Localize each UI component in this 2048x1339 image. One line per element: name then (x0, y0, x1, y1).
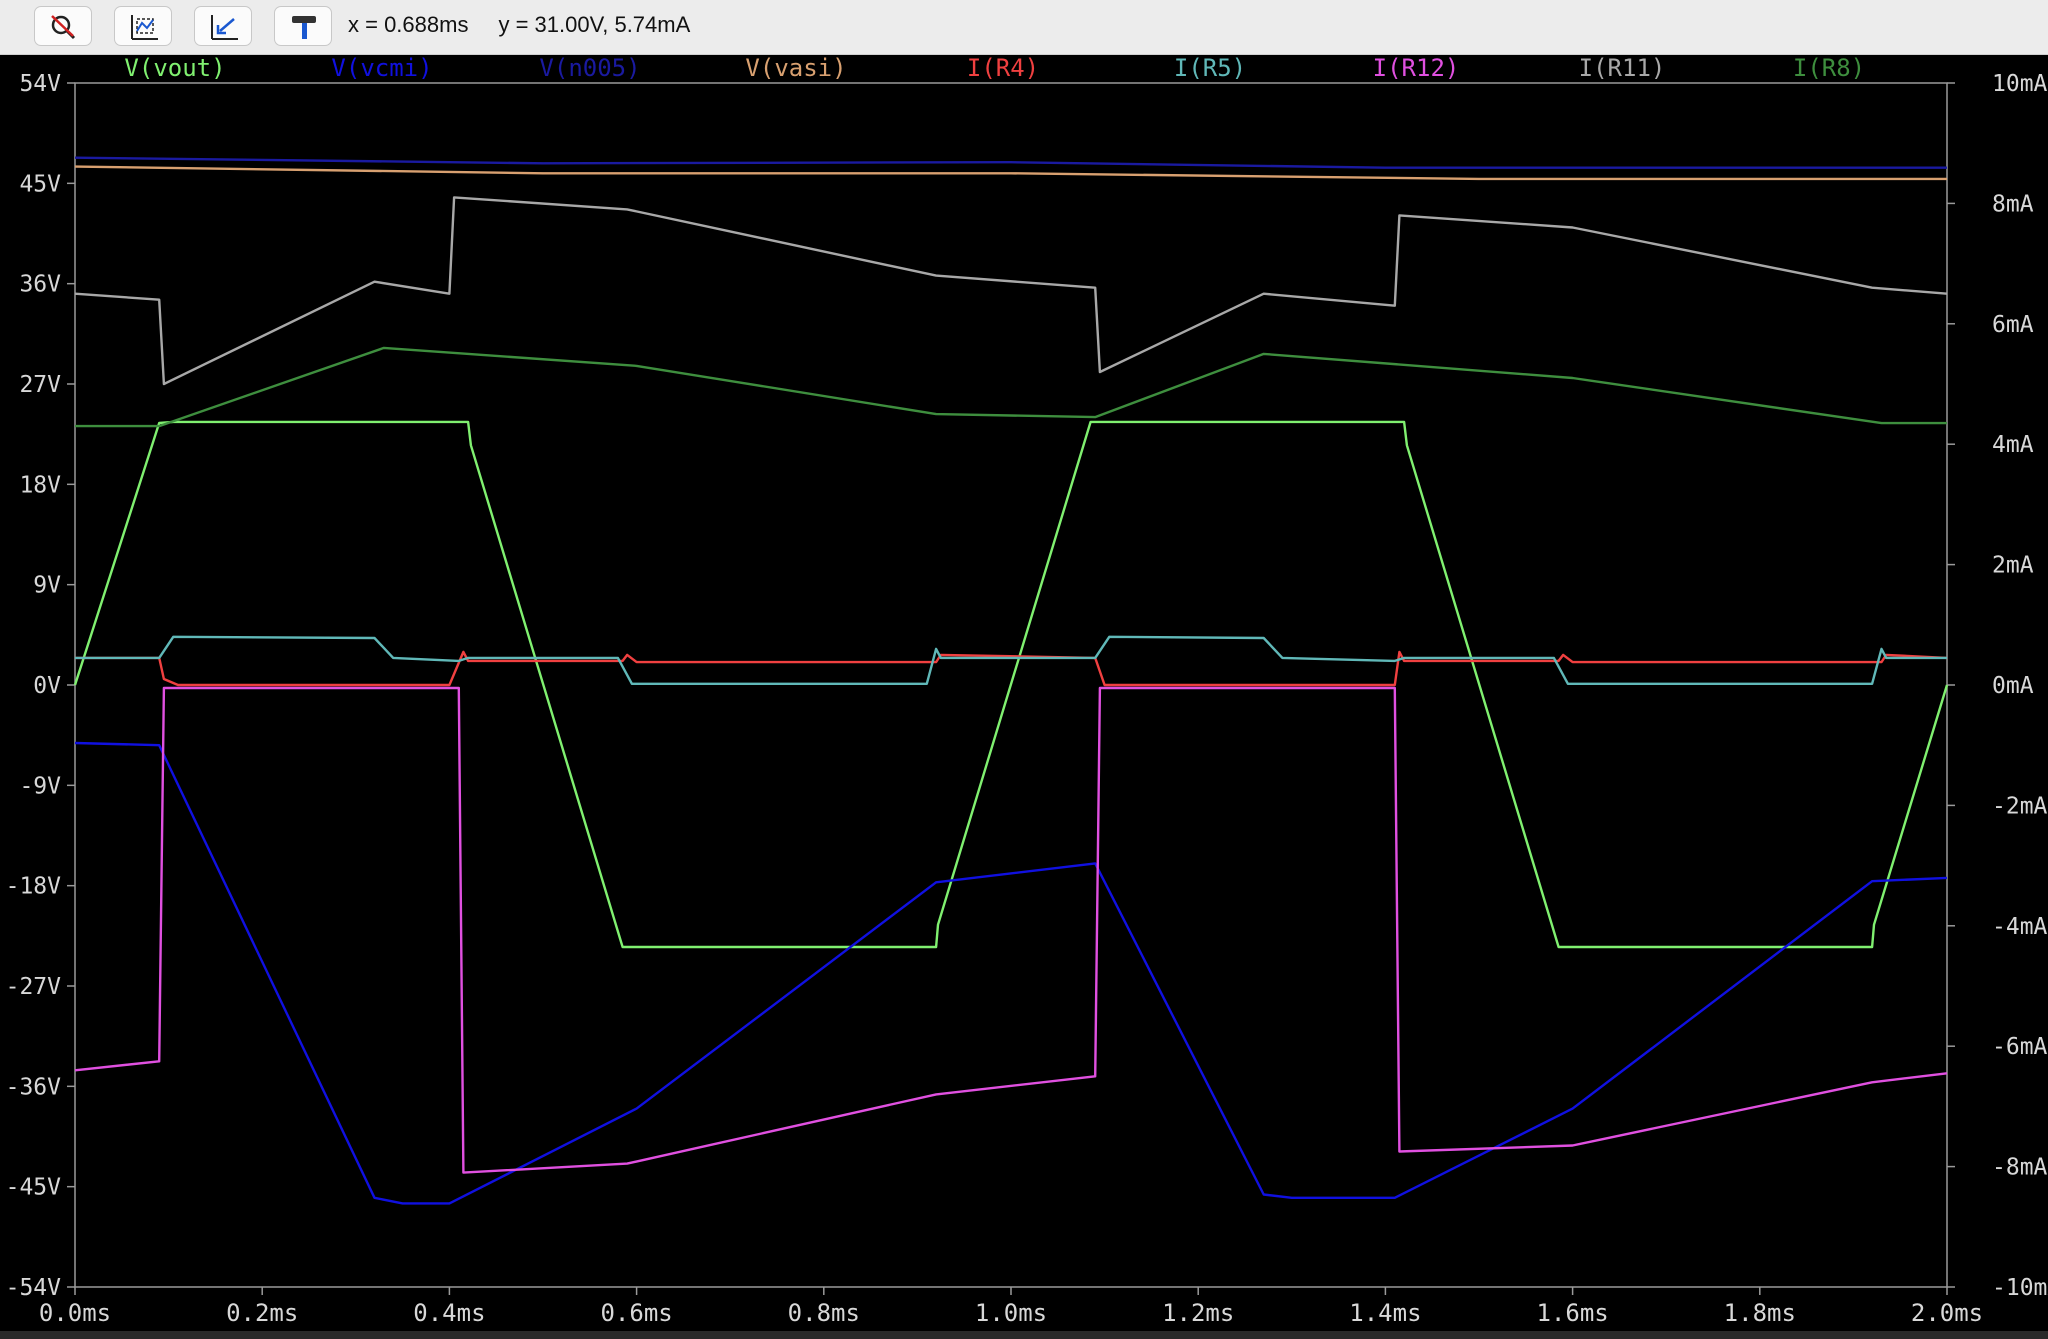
series-line-i-r5- (75, 635, 1947, 685)
legend-item: V(vcmi) (331, 55, 432, 82)
y-left-tick-label: 45V (19, 171, 61, 197)
x-tick-label: 2.0ms (1911, 1299, 1983, 1327)
autorange-icon (131, 15, 158, 40)
cursor-readout: x = 0.688ms y = 31.00V, 5.74mA (348, 12, 720, 38)
y-left-tick-label: -27V (6, 974, 62, 1000)
y-right-tick-label: -4mA (1992, 914, 2048, 940)
x-tick-label: 0.2ms (226, 1299, 298, 1327)
x-tick-label: 0.6ms (600, 1299, 672, 1327)
y-left-tick-label: 36V (19, 272, 61, 298)
zoom-back-icon (211, 15, 238, 40)
y-left-tick-label: 27V (19, 372, 61, 398)
y-right-tick-label: 10mA (1992, 71, 2048, 97)
y-left-tick-label: -9V (19, 773, 61, 799)
x-tick-label: 1.0ms (975, 1299, 1047, 1327)
plot-pane[interactable]: 0.0ms 0.2ms 0.4ms 0.6ms 0.8ms 1.0ms 1.2ms 1.4ms… (0, 54, 2048, 1335)
y-right-tick-label: 8mA (1992, 191, 2034, 217)
cursor-y-readout: y = 31.00V, 5.74mA (498, 12, 691, 37)
legend-item: I(R8) (1793, 55, 1865, 82)
legend-item: V(n005) (539, 55, 640, 82)
y-left-tick-label: 9V (33, 573, 61, 599)
legend-item: I(R5) (1174, 55, 1246, 82)
y-right-tick-label: 6mA (1992, 312, 2034, 338)
x-tick-label: 0.4ms (413, 1299, 485, 1327)
y-right-tick-label: 4mA (1992, 432, 2034, 458)
y-left-tick-label: 18V (19, 472, 61, 498)
series-line-i-r11- (74, 196, 1948, 386)
x-tick-label: 0.8ms (788, 1299, 860, 1327)
probe-button[interactable] (274, 6, 332, 46)
zoom-back-button[interactable] (194, 6, 252, 46)
y-right-tick-label: -8mA (1992, 1155, 2048, 1181)
x-tick-label: 1.6ms (1536, 1299, 1608, 1327)
y-left-tick-label: -36V (6, 1074, 62, 1100)
x-tick-label: 1.4ms (1349, 1299, 1421, 1327)
y-right-tick-label: -2mA (1992, 793, 2048, 819)
series-line-i-r8- (75, 346, 1947, 428)
series-line-v-n005- (74, 156, 1947, 169)
legend-item: V(vasi) (745, 55, 846, 82)
zoom-cancel-icon (51, 15, 76, 40)
legend-item: I(R11) (1579, 55, 1666, 82)
waveform-chart[interactable]: 0.0ms 0.2ms 0.4ms 0.6ms 0.8ms 1.0ms 1.2ms 1.4ms… (0, 54, 2048, 1331)
legend-item: V(vout) (124, 55, 225, 82)
x-tick-label: 1.2ms (1162, 1299, 1234, 1327)
legend-item: I(R12) (1373, 55, 1460, 82)
y-left-tick-label: 54V (19, 71, 61, 97)
toolbar: x = 0.688ms y = 31.00V, 5.74mA (0, 0, 2048, 55)
legend-item: I(R4) (967, 55, 1039, 82)
y-left-tick-label: -54V (6, 1275, 62, 1301)
y-right-tick-label: 0mA (1992, 673, 2034, 699)
series-line-i-r12- (74, 686, 1948, 1174)
series-line-v-vcmi- (74, 741, 1948, 1205)
y-left-tick-label: -45V (6, 1175, 62, 1201)
y-right-tick-label: 2mA (1992, 553, 2034, 579)
status-strip (0, 1331, 2048, 1339)
y-right-tick-label: -10mA (1992, 1275, 2048, 1301)
y-left-tick-label: -18V (6, 874, 62, 900)
cursor-x-readout: x = 0.688ms (348, 12, 469, 37)
autorange-button[interactable] (114, 6, 172, 46)
y-left-tick-label: 0V (33, 673, 61, 699)
y-right-tick-label: -6mA (1992, 1034, 2048, 1060)
hammer-icon (292, 16, 316, 39)
x-tick-label: 1.8ms (1724, 1299, 1796, 1327)
x-tick-label: 0.0ms (39, 1299, 111, 1327)
zoom-cancel-button[interactable] (34, 6, 92, 46)
